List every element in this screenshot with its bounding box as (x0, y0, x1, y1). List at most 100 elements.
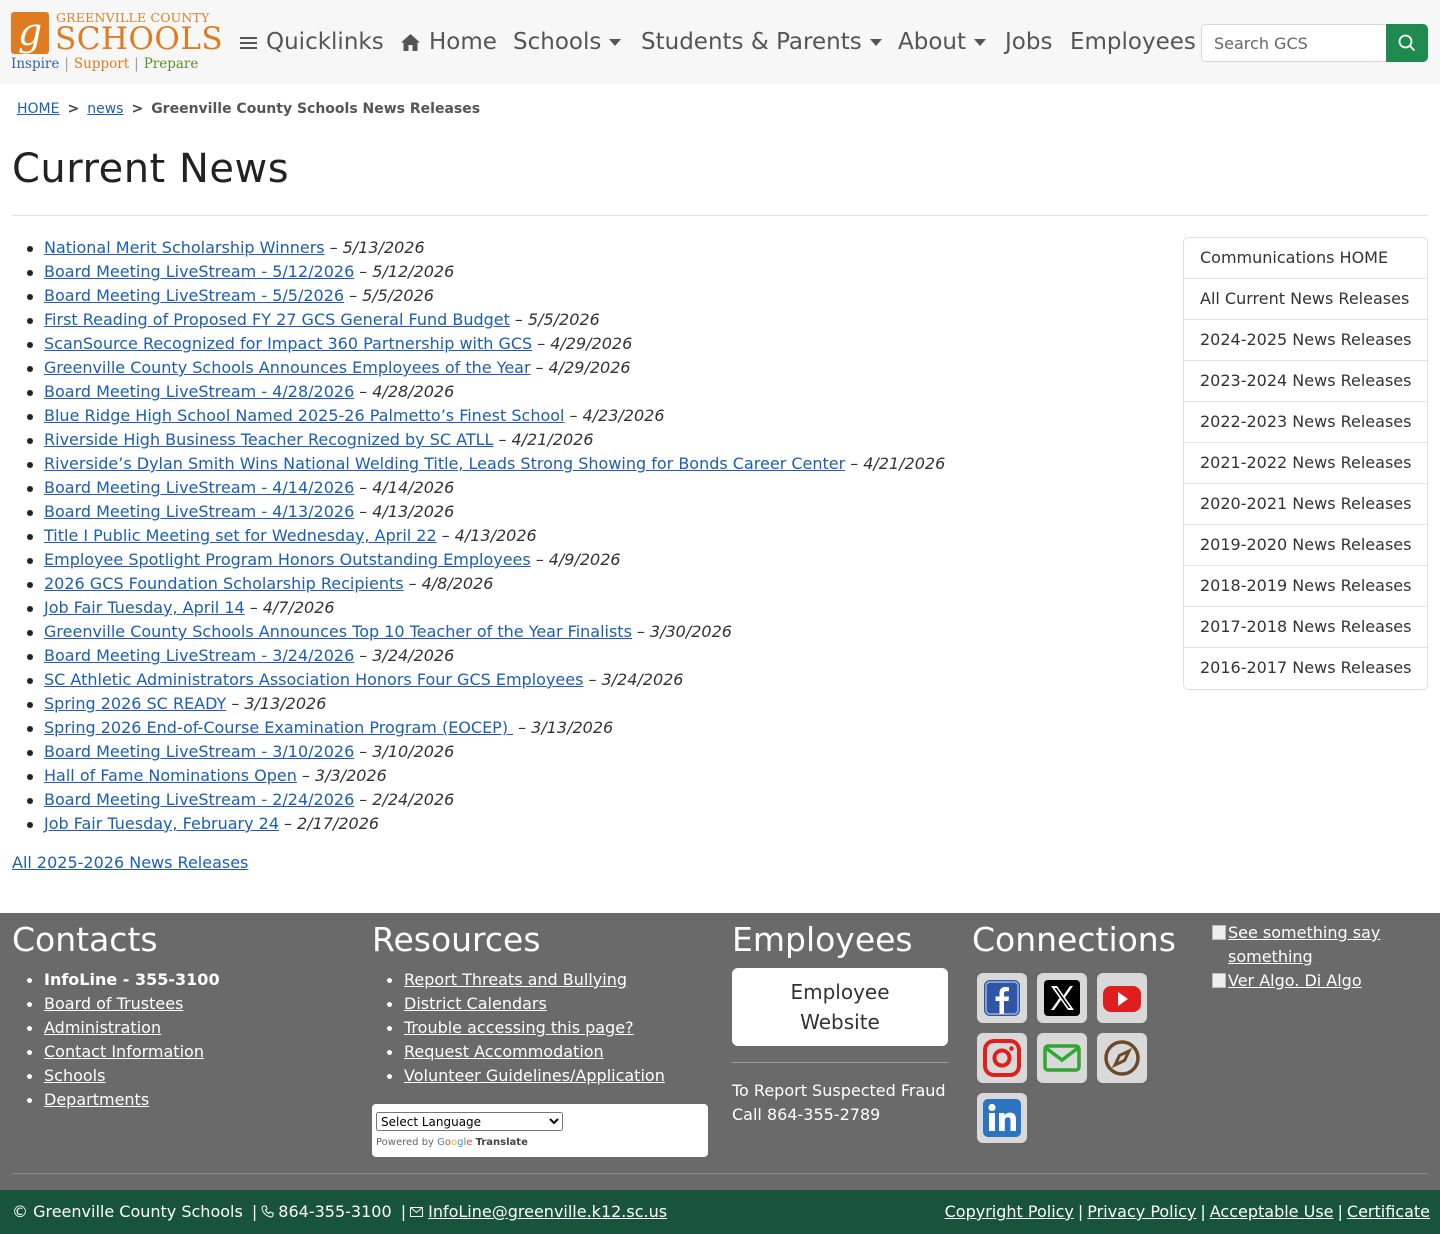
news-item-date: 3/10/2026 (372, 742, 455, 761)
news-item-link[interactable]: Job Fair Tuesday, April 14 (44, 598, 245, 617)
search-input[interactable] (1201, 24, 1387, 62)
news-item-link[interactable]: Blue Ridge High School Named 2025-26 Pal… (44, 406, 564, 425)
footer-resource-link[interactable]: Trouble accessing this page? (404, 1018, 634, 1037)
news-item-separator: – (284, 814, 293, 833)
sidebar-item[interactable]: All Current News Releases (1184, 279, 1427, 320)
nav-jobs[interactable]: Jobs (1005, 26, 1052, 58)
news-item: Greenville County Schools Announces Top … (26, 620, 945, 644)
language-select[interactable]: Select Language (376, 1112, 563, 1131)
broken-image-icon (1212, 973, 1226, 988)
search-icon (1398, 34, 1415, 51)
list-item: InfoLine - 355-3100 (27, 968, 220, 992)
news-item-date: 5/13/2026 (342, 238, 425, 257)
news-item-link[interactable]: Job Fair Tuesday, February 24 (44, 814, 279, 833)
news-item-separator: – (514, 310, 523, 329)
nav-employees[interactable]: Employees (1070, 26, 1196, 58)
infoline-email-link[interactable]: InfoLine@greenville.k12.sc.us (428, 1202, 667, 1221)
ver-algo-di-algo-link[interactable]: Ver Algo. Di Algo (1212, 969, 1412, 993)
breadcrumb-home-link[interactable]: HOME (17, 101, 59, 117)
compass-link[interactable] (1097, 1033, 1147, 1083)
news-item-link[interactable]: First Reading of Proposed FY 27 GCS Gene… (44, 310, 510, 329)
footer-resource-link[interactable]: Volunteer Guidelines/Application (404, 1066, 665, 1085)
policy-link[interactable]: Certificate (1347, 1202, 1430, 1221)
news-item-link[interactable]: Riverside’s Dylan Smith Wins National We… (44, 454, 845, 473)
site-logo[interactable]: g GREENVILLE COUNTY SCHOOLS Inspire | Supp… (11, 10, 223, 74)
news-item-link[interactable]: Board Meeting LiveStream - 4/28/2026 (44, 382, 354, 401)
news-item-link[interactable]: 2026 GCS Foundation Scholarship Recipien… (44, 574, 404, 593)
facebook-link[interactable] (977, 973, 1027, 1023)
nav-quicklinks[interactable]: Quicklinks (240, 26, 384, 58)
email-link[interactable] (1037, 1033, 1087, 1083)
news-item-link[interactable]: Hall of Fame Nominations Open (44, 766, 297, 785)
breadcrumb-news-link[interactable]: news (87, 101, 123, 117)
sidebar-item[interactable]: 2018-2019 News Releases (1184, 566, 1427, 607)
all-news-releases-link[interactable]: All 2025-2026 News Releases (12, 853, 248, 872)
fraud-line1: To Report Suspected Fraud (732, 1081, 946, 1100)
footer-contact-link[interactable]: Contact Information (44, 1042, 204, 1061)
linkedin-link[interactable] (977, 1093, 1027, 1143)
news-item-link[interactable]: Board Meeting LiveStream - 5/12/2026 (44, 262, 354, 281)
news-item-link[interactable]: Board Meeting LiveStream - 2/24/2026 (44, 790, 354, 809)
news-item-link[interactable]: Greenville County Schools Announces Top … (44, 622, 632, 641)
nav-home[interactable]: Home (400, 26, 497, 58)
breadcrumb: HOME > news > Greenville County Schools News… (17, 101, 480, 117)
sidebar-item[interactable]: 2021-2022 News Releases (1184, 443, 1427, 484)
footer-contact-link[interactable]: Board of Trustees (44, 994, 183, 1013)
news-item-link[interactable]: ScanSource Recognized for Impact 360 Par… (44, 334, 532, 353)
sidebar-item[interactable]: 2022-2023 News Releases (1184, 402, 1427, 443)
see-something-say-something-link[interactable]: See something say something (1212, 921, 1412, 969)
footer-resource-link[interactable]: District Calendars (404, 994, 547, 1013)
search-button[interactable] (1386, 24, 1428, 62)
footer-resource-link[interactable]: Report Threats and Bullying (404, 970, 627, 989)
news-item-link[interactable]: Title I Public Meeting set for Wednesday… (44, 526, 437, 545)
sidebar-item[interactable]: 2019-2020 News Releases (1184, 525, 1427, 566)
sidebar-item[interactable]: 2023-2024 News Releases (1184, 361, 1427, 402)
news-item-link[interactable]: Board Meeting LiveStream - 4/14/2026 (44, 478, 354, 497)
broken-image-icon (1212, 925, 1226, 940)
news-item-date: 2/17/2026 (297, 814, 380, 833)
facebook-icon (984, 980, 1020, 1016)
separator: | (400, 1202, 407, 1221)
sidebar-item[interactable]: 2020-2021 News Releases (1184, 484, 1427, 525)
employee-website-button[interactable]: Employee Website (732, 968, 948, 1046)
news-item-link[interactable]: Riverside High Business Teacher Recogniz… (44, 430, 493, 449)
powered-by-google: Powered by Google Translate (376, 1137, 528, 1148)
news-item: Board Meeting LiveStream - 5/12/2026–5/1… (26, 260, 945, 284)
nav-students-parents[interactable]: Students & Parents (641, 26, 882, 58)
policy-link[interactable]: Privacy Policy (1087, 1202, 1196, 1221)
logo-schools-text: SCHOOLS (55, 21, 224, 57)
news-item-separator: – (569, 406, 578, 425)
news-item-link[interactable]: Greenville County Schools Announces Empl… (44, 358, 531, 377)
footer-resource-link[interactable]: Request Accommodation (404, 1042, 604, 1061)
news-item-link[interactable]: Board Meeting LiveStream - 3/10/2026 (44, 742, 354, 761)
home-icon (401, 34, 420, 51)
instagram-link[interactable] (977, 1033, 1027, 1083)
news-item-link[interactable]: Board Meeting LiveStream - 4/13/2026 (44, 502, 354, 521)
news-item-link[interactable]: Board Meeting LiveStream - 5/5/2026 (44, 286, 344, 305)
nav-schools[interactable]: Schools (513, 26, 622, 58)
policy-link[interactable]: Acceptable Use (1210, 1202, 1334, 1221)
sidebar-item[interactable]: 2017-2018 News Releases (1184, 607, 1427, 648)
youtube-link[interactable] (1097, 973, 1147, 1023)
nav-about-label: About (898, 29, 967, 55)
news-list: National Merit Scholarship Winners – 5/13/… (26, 236, 945, 836)
sidebar-item[interactable]: 2016-2017 News Releases (1184, 648, 1427, 689)
news-item-link[interactable]: SC Athletic Administrators Association H… (44, 670, 583, 689)
x-twitter-link[interactable] (1037, 973, 1087, 1023)
news-item-link[interactable]: Spring 2026 End-of-Course Examination Pr… (44, 718, 513, 737)
news-item-link[interactable]: National Merit Scholarship Winners (44, 238, 325, 257)
news-item-link[interactable]: Employee Spotlight Program Honors Outsta… (44, 550, 531, 569)
news-item-link[interactable]: Board Meeting LiveStream - 3/24/2026 (44, 646, 354, 665)
sidebar-item[interactable]: Communications HOME (1184, 238, 1427, 279)
phone-number: 864-355-3100 (278, 1202, 392, 1221)
sidebar-item[interactable]: 2024-2025 News Releases (1184, 320, 1427, 361)
ver-algo-alt-text[interactable]: Ver Algo. Di Algo (1228, 971, 1362, 990)
footer-contact-link[interactable]: Administration (44, 1018, 161, 1037)
policy-link[interactable]: Copyright Policy (945, 1202, 1074, 1221)
footer-contact-link[interactable]: Schools (44, 1066, 105, 1085)
see-something-alt-text[interactable]: See something say something (1228, 923, 1380, 966)
nav-about[interactable]: About (898, 26, 987, 58)
news-item-date: 3/13/2026 (531, 718, 614, 737)
footer-contact-link[interactable]: Departments (44, 1090, 149, 1109)
news-item-link[interactable]: Spring 2026 SC READY (44, 694, 226, 713)
